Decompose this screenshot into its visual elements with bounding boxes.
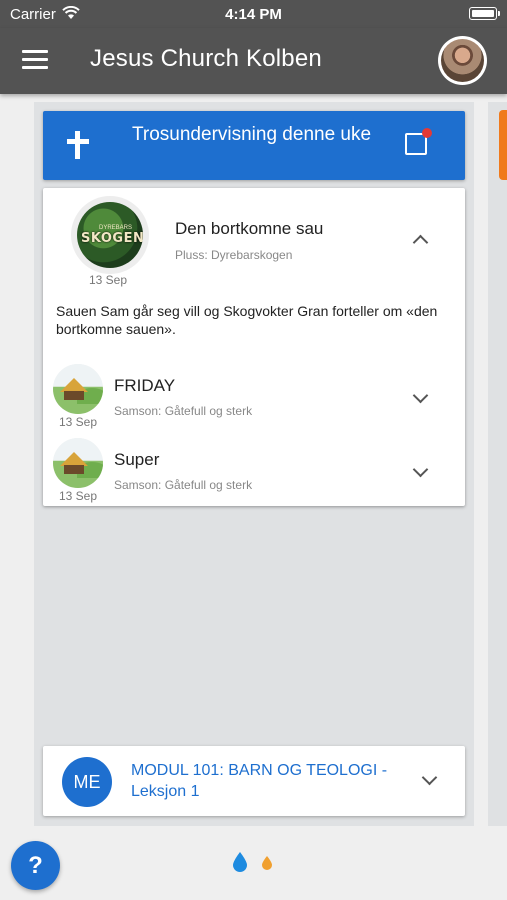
skogen-logo: DYREBARS SKOGEN <box>77 202 143 268</box>
status-bar: Carrier 4:14 PM <box>0 0 507 28</box>
menu-icon[interactable] <box>22 50 48 70</box>
avatar-photo <box>441 39 484 82</box>
expand-chevron-down-icon[interactable] <box>412 387 429 404</box>
list-item[interactable]: 13 Sep FRIDAY Samson: Gåtefull og sterk <box>43 364 465 432</box>
collapse-chevron-up-icon[interactable] <box>412 234 429 251</box>
help-button[interactable]: ? <box>11 841 60 890</box>
list-item[interactable]: 13 Sep Super Samson: Gåtefull og sterk <box>43 438 465 506</box>
lesson-title[interactable]: Den bortkomne sau <box>175 219 323 239</box>
cross-icon <box>67 131 89 159</box>
lesson-date: 13 Sep <box>89 273 128 287</box>
section-header-card[interactable]: Trosundervisning denne uke <box>43 111 465 180</box>
app-title: Jesus Church Kolben <box>90 45 322 72</box>
logo-text: SKOGEN <box>81 231 143 246</box>
expand-chevron-down-icon[interactable] <box>412 461 429 478</box>
item-title: FRIDAY <box>114 376 176 395</box>
expand-chevron-down-icon[interactable] <box>421 769 438 786</box>
avatar[interactable] <box>438 36 487 85</box>
module-badge: ME <box>62 757 112 807</box>
lesson-subtitle: Pluss: Dyrebarskogen <box>175 248 293 262</box>
battery-icon <box>469 7 500 20</box>
section-header-title: Trosundervisning denne uke <box>132 124 372 145</box>
item-thumbnail <box>53 438 103 488</box>
next-column-accent <box>499 110 507 180</box>
module-title: MODUL 101: BARN OG TEOLOGI - Leksjon 1 <box>131 762 388 800</box>
next-column-peek[interactable] <box>488 102 507 826</box>
lesson-description: Sauen Sam går seg vill og Skogvokter Gra… <box>56 303 438 337</box>
module-card[interactable]: ME MODUL 101: BARN OG TEOLOGI - Leksjon … <box>43 746 465 816</box>
item-subtitle: Samson: Gåtefull og sterk <box>114 478 253 492</box>
item-date: 13 Sep <box>59 415 98 429</box>
droplet-blue-icon[interactable] <box>233 852 247 872</box>
clock: 4:14 PM <box>225 6 282 23</box>
notification-dot <box>422 128 432 138</box>
lesson-thumbnail[interactable]: DYREBARS SKOGEN <box>71 196 149 274</box>
item-thumbnail <box>53 364 103 414</box>
item-subtitle: Samson: Gåtefull og sterk <box>114 404 253 418</box>
lesson-card: DYREBARS SKOGEN 13 Sep Den bortkomne sau… <box>43 188 465 506</box>
app-bar: Jesus Church Kolben <box>0 28 507 94</box>
droplet-orange-icon[interactable] <box>262 856 272 870</box>
item-title: Super <box>114 450 160 469</box>
item-date: 13 Sep <box>59 489 98 503</box>
